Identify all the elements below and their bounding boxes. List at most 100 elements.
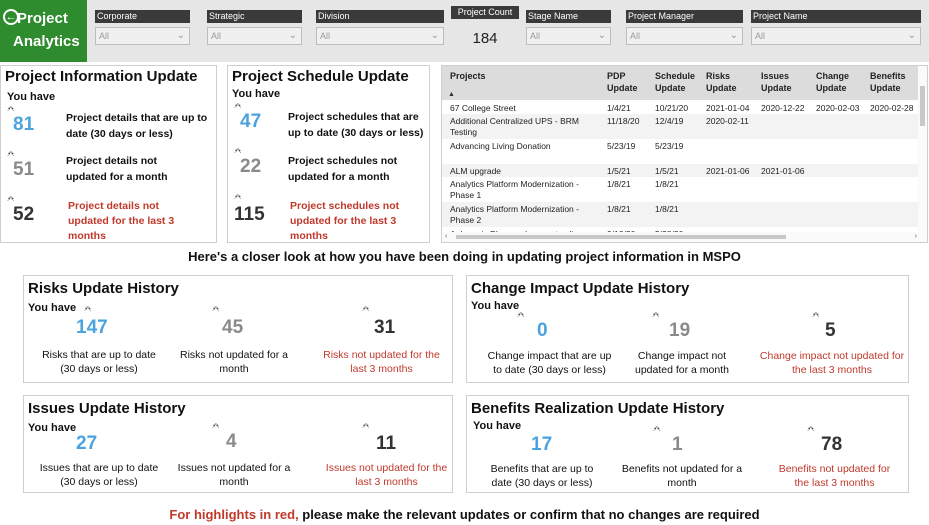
metric-three-months-label: Benefits not updated for the last 3 mont… — [778, 463, 891, 489]
you-have-label: You have — [473, 420, 522, 432]
metric-one-month-label: Risks not updated for a month — [180, 349, 288, 375]
table-cell: Analytics Platform Modernization - Phase… — [450, 204, 579, 225]
card-title: Benefits Realization Update History — [471, 400, 725, 417]
metric-three-months-label: Project details not updated for the last… — [68, 200, 175, 242]
filter-stage-name: Stage Name All ⌄ — [526, 10, 611, 54]
change-impact-history-card: Change Impact Update History You have .•… — [466, 275, 909, 383]
table-row[interactable]: Analytics Platform Modernization - Phase… — [442, 177, 927, 202]
chevron-down-icon: ⌄ — [176, 30, 185, 41]
metric-one-month: 45 — [222, 317, 244, 338]
metric-three-months: 11 — [376, 433, 397, 454]
metric-up-to-date-label: Change impact that are up to date (30 da… — [487, 350, 612, 376]
col-risks-update[interactable]: Risks Update — [706, 70, 746, 94]
spark-icon: .•°•. — [517, 312, 525, 319]
filter-label: Project Manager — [626, 10, 743, 23]
strategic-select[interactable]: All ⌄ — [207, 27, 302, 45]
spark-icon: .•°•. — [653, 426, 661, 433]
table-cell: 1/5/21 — [607, 166, 631, 176]
filter-label: Strategic — [207, 10, 302, 23]
project-name-select[interactable]: All ⌄ — [751, 27, 921, 45]
scroll-thumb[interactable] — [456, 235, 786, 239]
issues-history-card: Issues Update History You have 27 Issues… — [23, 395, 453, 493]
metric-one-month: 51 — [13, 159, 35, 180]
corporate-select[interactable]: All ⌄ — [95, 27, 190, 45]
col-issues-update[interactable]: Issues Update — [761, 70, 801, 94]
table-row[interactable]: ALM upgrade 1/5/21 1/5/21 2021-01-06 2021-01… — [442, 164, 927, 177]
spark-icon: .•°•. — [812, 312, 820, 319]
col-schedule-update[interactable]: Schedule Update — [655, 70, 700, 94]
select-value: All — [320, 31, 331, 41]
table-cell: 5/23/19 — [655, 141, 684, 151]
header-bar: ← Project Analytics Corporate All ⌄ Strat… — [0, 0, 929, 62]
table-row[interactable]: Advancing Living Donation 5/23/19 5/23/19 — [442, 139, 927, 164]
division-select[interactable]: All ⌄ — [316, 27, 444, 45]
you-have-label: You have — [232, 88, 281, 100]
metric-three-months-label: Issues not updated for the last 3 months — [325, 462, 448, 488]
project-manager-select[interactable]: All ⌄ — [626, 27, 743, 45]
spark-icon: .•°•. — [7, 196, 15, 203]
you-have-label: You have — [28, 302, 77, 314]
filter-label: Stage Name — [526, 10, 611, 23]
metric-three-months: 52 — [13, 204, 35, 225]
spark-icon: .•°•. — [234, 194, 242, 201]
chevron-down-icon: ⌄ — [288, 30, 297, 41]
vertical-scrollbar[interactable] — [918, 66, 927, 234]
table-cell: Analytics Platform Modernization - Phase… — [450, 179, 579, 200]
card-title: Change Impact Update History — [471, 280, 690, 297]
col-projects[interactable]: Projects — [450, 70, 486, 82]
table-cell: 10/21/20 — [655, 103, 689, 113]
metric-one-month-label: Project details not updated for a month — [66, 155, 168, 183]
card-title: Project Schedule Update — [232, 68, 409, 85]
metric-three-months-label: Project schedules not updated for the la… — [290, 200, 400, 242]
metric-one-month: 4 — [226, 431, 237, 452]
table-cell: Advancing Living Donation — [450, 141, 551, 151]
select-value: All — [755, 31, 766, 41]
table-cell: 2021-01-04 — [706, 103, 750, 113]
table-cell: 1/8/21 — [655, 204, 679, 214]
scroll-left-icon[interactable]: ‹ — [445, 233, 447, 240]
metric-three-months-label: Change impact not updated for the last 3… — [759, 350, 905, 376]
spark-icon: .•°•. — [7, 106, 15, 113]
footer-text: please make the relevant updates or conf… — [302, 507, 760, 522]
brand-line1: Project — [17, 10, 68, 27]
metric-one-month: 19 — [669, 320, 691, 341]
col-change-update[interactable]: Change Update — [816, 70, 861, 94]
table-cell: 12/4/19 — [655, 116, 684, 126]
table-cell: 2020-02-03 — [816, 103, 860, 113]
table-cell: 2020-02-28 — [870, 103, 914, 113]
metric-up-to-date: 27 — [76, 433, 98, 454]
table-cell: 2020-02-11 — [706, 116, 749, 126]
metric-three-months-label: Risks not updated for the last 3 months — [323, 349, 440, 375]
select-value: All — [530, 31, 541, 41]
table-row[interactable]: Additional Centralized UPS - BRM Testing… — [442, 114, 927, 139]
metric-up-to-date-label: Project details that are up to date (30 … — [66, 112, 208, 140]
table-cell: 5/23/19 — [607, 141, 636, 151]
footer-red-text: For highlights in red, — [169, 507, 299, 522]
chevron-down-icon: ⌄ — [597, 30, 606, 41]
col-benefits-update[interactable]: Benefits Update — [870, 70, 915, 94]
filter-label: Corporate — [95, 10, 190, 23]
scroll-right-icon[interactable]: › — [915, 233, 917, 240]
table-cell: 1/8/21 — [607, 179, 631, 189]
brand-tile[interactable]: ← Project Analytics — [0, 0, 87, 62]
spark-icon: .•°•. — [84, 306, 92, 313]
metric-up-to-date-label: Issues that are up to date (30 days or l… — [39, 462, 159, 488]
you-have-label: You have — [7, 91, 56, 103]
table-row[interactable]: 67 College Street 1/4/21 10/21/20 2021-01-0… — [442, 101, 927, 114]
metric-one-month-label: Issues not updated for a month — [177, 462, 291, 488]
table-row[interactable]: Analytics Platform Modernization - Phase… — [442, 202, 927, 227]
filter-division: Division All ⌄ — [316, 10, 444, 54]
select-value: All — [630, 31, 641, 41]
card-title: Issues Update History — [28, 400, 186, 417]
stage-name-select[interactable]: All ⌄ — [526, 27, 611, 45]
table-cell: 2020-12-22 — [761, 103, 805, 113]
horizontal-scrollbar[interactable]: ‹ › — [442, 232, 927, 242]
col-pdp-update[interactable]: PDP Update — [607, 70, 647, 94]
sort-ascending-icon[interactable]: ▲ — [448, 91, 455, 98]
project-count-value: 184 — [472, 30, 498, 47]
spark-icon: .•°•. — [234, 103, 242, 110]
metric-up-to-date: 17 — [531, 434, 553, 455]
metric-up-to-date: 0 — [537, 320, 548, 341]
filter-corporate: Corporate All ⌄ — [95, 10, 190, 54]
scroll-thumb[interactable] — [920, 86, 925, 126]
